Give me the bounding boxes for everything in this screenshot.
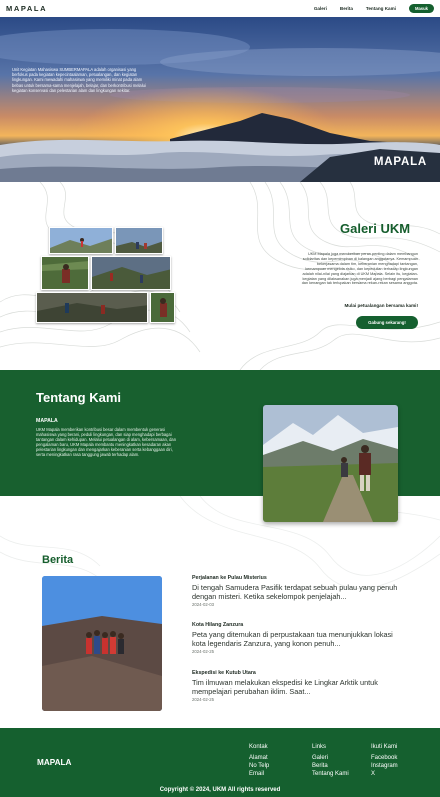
footer-link[interactable]: Alamat [249, 754, 269, 762]
nav-link-tentang-kami[interactable]: Tentang Kami [366, 6, 396, 11]
footer-link[interactable]: Tentang Kami [312, 770, 349, 778]
gallery-title: Galeri UKM [340, 221, 411, 236]
footer-link[interactable]: No Telp [249, 762, 269, 770]
news-title: Berita [42, 554, 74, 566]
about-title: Tentang Kami [36, 390, 121, 405]
news-item-date: 2024-02-25 [192, 649, 214, 654]
hero-title: MAPALA [373, 156, 427, 168]
about-subtitle: MAPALA [36, 418, 58, 424]
footer-heading: Links [312, 744, 327, 750]
news-group-photo[interactable] [42, 576, 162, 711]
site-footer: MAPALA Kontak Alamat No Telp Email Links… [0, 728, 440, 797]
footer-link[interactable]: Facebook [371, 754, 398, 762]
news-section: Berita Perjalanan ke Pulau Misterius Di … [0, 496, 440, 728]
news-item[interactable]: Ekspedisi ke Kutub Utara Tim ilmuwan mel… [192, 670, 407, 702]
footer-link[interactable]: Instagram [371, 762, 398, 770]
gallery-photo-2[interactable] [115, 227, 163, 254]
footer-heading: Kontak [249, 744, 268, 750]
join-now-button[interactable]: Gabung sekarang! [356, 316, 418, 329]
gallery-photo-4[interactable] [91, 256, 171, 290]
news-item-summary: Peta yang ditemukan di perpustakaan tua … [192, 630, 393, 648]
news-item-date: 2024-02-25 [192, 697, 214, 702]
news-item-date: 2024-02-03 [192, 602, 214, 607]
nav-links: Galeri Berita Tentang Kami Masuk [314, 4, 434, 13]
login-button[interactable]: Masuk [408, 4, 434, 13]
news-item-summary: Tim ilmuwan melakukan ekspedisi ke Lingk… [192, 678, 378, 696]
hero-description: Unit Kegiatan Mahasiswa SUMBERMAPALA ada… [12, 67, 146, 93]
news-item[interactable]: Kota Hilang Zanzura Peta yang ditemukan … [192, 622, 407, 654]
news-item-title[interactable]: Perjalanan ke Pulau Misterius [192, 575, 407, 581]
news-item-title[interactable]: Kota Hilang Zanzura [192, 622, 407, 628]
footer-column-social: Ikuti Kami Facebook Instagram X [371, 743, 398, 778]
footer-copyright: Copyright © 2024, UKM All rights reserve… [159, 787, 281, 793]
footer-link[interactable]: Email [249, 770, 269, 778]
gallery-photo-3[interactable] [41, 256, 89, 290]
gallery-photo-6[interactable] [150, 292, 175, 323]
gallery-photo-1[interactable] [49, 227, 113, 254]
footer-column-contact: Kontak Alamat No Telp Email [249, 743, 269, 778]
hero-section: Unit Kegiatan Mahasiswa SUMBERMAPALA ada… [0, 17, 440, 182]
footer-link[interactable]: X [371, 770, 398, 778]
footer-link[interactable]: Galeri [312, 754, 349, 762]
about-description: UKM Mapala memberikan kontribusi besar d… [36, 427, 176, 458]
news-item-summary: Di tengah Samudera Pasifik terdapat sebu… [192, 583, 398, 601]
brand-logo[interactable]: MAPALA [6, 4, 47, 13]
footer-link[interactable]: Berita [312, 762, 349, 770]
footer-brand: MAPALA [37, 758, 72, 767]
gallery-photo-5[interactable] [36, 292, 148, 323]
top-navbar: MAPALA Galeri Berita Tentang Kami Masuk [0, 0, 440, 17]
gallery-section: Galeri UKM UKM Mapala juga memberikan pe… [0, 182, 440, 370]
gallery-description: UKM Mapala juga memberikan peran penting… [301, 252, 418, 286]
footer-heading: Ikuti Kami [371, 744, 398, 750]
news-item[interactable]: Perjalanan ke Pulau Misterius Di tengah … [192, 575, 407, 607]
news-item-title[interactable]: Ekspedisi ke Kutub Utara [192, 670, 407, 676]
nav-link-berita[interactable]: Berita [340, 6, 353, 11]
nav-link-galeri[interactable]: Galeri [314, 6, 327, 11]
gallery-join-text: Mulai petualangan bersama kami! [344, 303, 418, 308]
footer-column-links: Links Galeri Berita Tentang Kami [312, 743, 349, 778]
about-hikers-photo [263, 405, 398, 522]
